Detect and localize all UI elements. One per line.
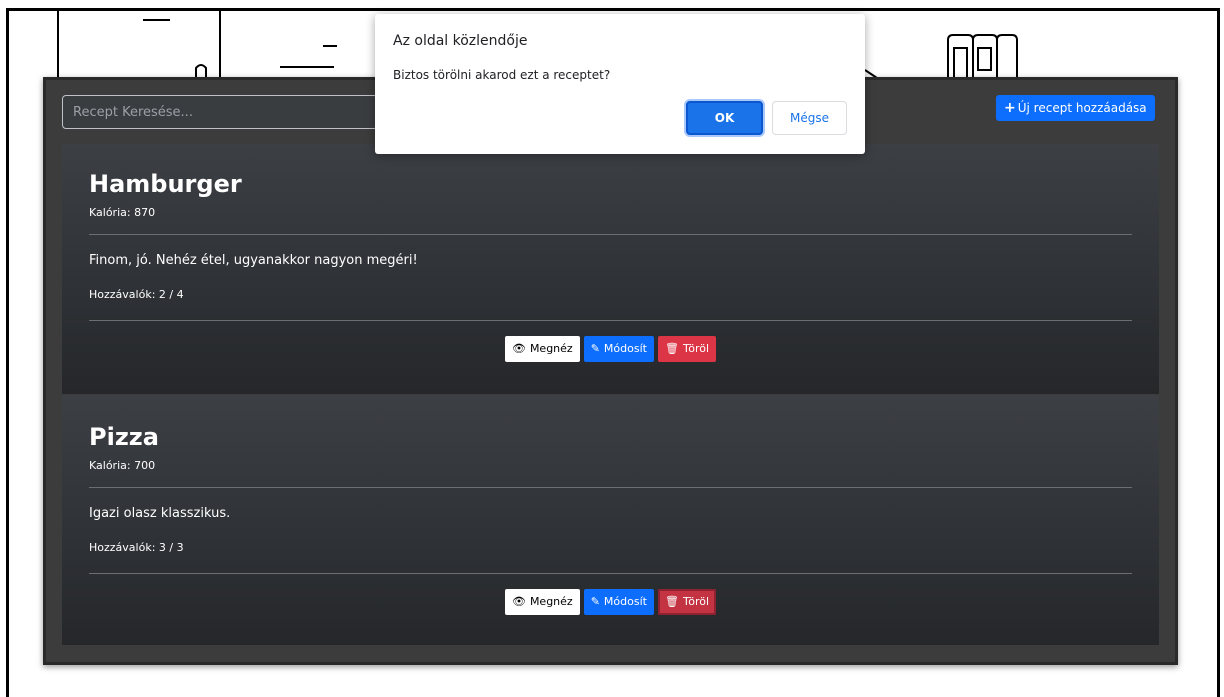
- recipe-title: Pizza: [89, 423, 159, 451]
- edit-icon: ✎: [590, 342, 600, 355]
- dialog-message: Biztos törölni akarod ezt a receptet?: [393, 68, 611, 82]
- divider: [89, 487, 1132, 488]
- recipe-actions: 👁 Megnéz ✎ Módosít 🗑 Töröl: [89, 336, 1132, 362]
- recipe-ingredients: Hozzávalók: 2 / 4: [89, 288, 184, 301]
- delete-label: Töröl: [682, 595, 710, 608]
- edit-label: Módosít: [603, 342, 647, 355]
- dialog-title: Az oldal közlendője: [393, 33, 528, 49]
- dialog-ok-button[interactable]: OK: [686, 101, 763, 135]
- edit-icon: ✎: [590, 595, 600, 608]
- delete-button[interactable]: 🗑 Töröl: [657, 589, 717, 615]
- plus-icon: +: [1004, 100, 1016, 116]
- view-button[interactable]: 👁 Megnéz: [504, 336, 580, 362]
- trash-icon: 🗑: [664, 595, 679, 608]
- divider: [89, 320, 1132, 321]
- recipe-card: Hamburger Kalória: 870 Finom, jó. Nehéz …: [62, 144, 1159, 394]
- delete-label: Töröl: [682, 342, 710, 355]
- divider: [89, 234, 1132, 235]
- dialog-cancel-button[interactable]: Mégse: [772, 101, 847, 135]
- edit-button[interactable]: ✎ Módosít: [583, 589, 654, 615]
- divider: [89, 573, 1132, 574]
- recipe-calories: Kalória: 870: [89, 206, 156, 219]
- view-button[interactable]: 👁 Megnéz: [504, 589, 580, 615]
- search-input[interactable]: [62, 95, 378, 129]
- recipe-actions: 👁 Megnéz ✎ Módosít 🗑 Töröl: [89, 589, 1132, 615]
- eye-icon: 👁: [511, 342, 526, 355]
- add-recipe-label: Új recept hozzáadása: [1017, 101, 1147, 115]
- recipe-description: Igazi olasz klasszikus.: [89, 506, 231, 521]
- recipe-card: Pizza Kalória: 700 Igazi olasz klassziku…: [62, 395, 1159, 645]
- view-label: Megnéz: [529, 595, 573, 608]
- recipe-calories: Kalória: 700: [89, 459, 156, 472]
- edit-label: Módosít: [603, 595, 647, 608]
- recipe-ingredients: Hozzávalók: 3 / 3: [89, 541, 184, 554]
- edit-button[interactable]: ✎ Módosít: [583, 336, 654, 362]
- add-recipe-button[interactable]: + Új recept hozzáadása: [996, 95, 1155, 121]
- recipe-description: Finom, jó. Nehéz étel, ugyanakkor nagyon…: [89, 253, 418, 268]
- view-label: Megnéz: [529, 342, 573, 355]
- trash-icon: 🗑: [664, 342, 679, 355]
- delete-button[interactable]: 🗑 Töröl: [657, 336, 717, 362]
- eye-icon: 👁: [511, 595, 526, 608]
